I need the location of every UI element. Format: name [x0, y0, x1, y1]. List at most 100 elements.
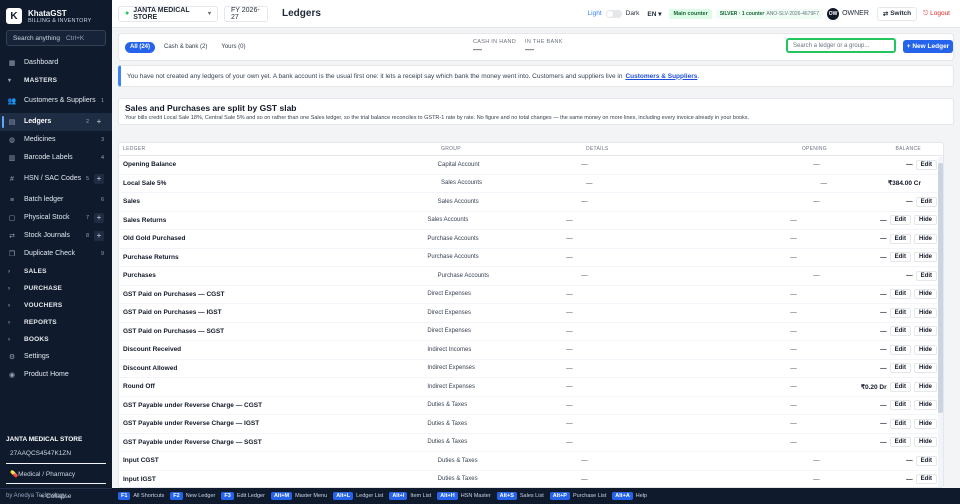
sidebar-group-reports[interactable]: › REPORTS	[0, 314, 112, 331]
user-menu[interactable]: OW OWNER	[827, 7, 869, 20]
shortcut-f3[interactable]: F3 Edit Ledger	[221, 492, 265, 500]
edit-button[interactable]: Edit	[915, 159, 937, 170]
hide-button[interactable]: Hide	[913, 344, 937, 355]
hide-button[interactable]: Hide	[913, 289, 937, 300]
sidebar-item-physical-stock[interactable]: ▢ Physical Stock 7 +	[0, 209, 112, 227]
shortcut-alt-m[interactable]: Alt+M Master Menu	[270, 492, 327, 500]
edit-button[interactable]: Edit	[889, 363, 911, 374]
hide-button[interactable]: Hide	[913, 437, 937, 448]
sidebar-group-books[interactable]: › BOOKS	[0, 331, 112, 348]
hide-button[interactable]: Hide	[913, 381, 937, 392]
global-search-input[interactable]: Search anything Ctrl+K	[6, 30, 106, 46]
table-row[interactable]: Purchase Returns Purchase Accounts — — — Edit…	[119, 249, 943, 267]
table-row[interactable]: Sales Returns Sales Accounts — — — Edit Hide	[119, 212, 943, 230]
edit-button[interactable]: Edit	[889, 437, 911, 448]
shortcut-f1[interactable]: F1 All Shortcuts	[118, 492, 164, 500]
hide-button[interactable]: Hide	[913, 363, 937, 374]
add-ledgers-button[interactable]: +	[94, 117, 104, 127]
sidebar-item-ledgers[interactable]: ▤ Ledgers 2 +	[0, 113, 112, 131]
edit-button[interactable]: Edit	[915, 270, 937, 281]
theme-dark-label[interactable]: Dark	[626, 10, 640, 17]
sidebar-item-duplicate-check[interactable]: ❐ Duplicate Check 9	[0, 245, 112, 263]
table-row[interactable]: Input CGST Duties & Taxes — — — Edit	[119, 452, 943, 471]
theme-light-label[interactable]: Light	[588, 10, 602, 17]
edit-button[interactable]: Edit	[915, 455, 937, 466]
shortcut-f2[interactable]: F2 New Ledger	[170, 492, 215, 500]
table-row[interactable]: GST Paid on Purchases — CGST Direct Expen…	[119, 286, 943, 304]
table-row[interactable]: GST Payable under Reverse Charge — SGST D…	[119, 434, 943, 452]
hide-button[interactable]: Hide	[913, 400, 937, 411]
sidebar-item-hsn-sac-codes[interactable]: # HSN / SAC Codes 5 +	[0, 167, 112, 191]
add-stock-journals-button[interactable]: +	[94, 231, 104, 241]
table-row[interactable]: Local Sale 5% Sales Accounts — — ₹384.00 Cr	[119, 175, 943, 193]
customers-suppliers-link[interactable]: Customers & Suppliers	[625, 73, 697, 80]
shortcut-alt-l[interactable]: Alt+L Ledger List	[333, 492, 383, 500]
edit-button[interactable]: Edit	[915, 474, 937, 485]
edit-button[interactable]: Edit	[889, 418, 911, 429]
edit-button[interactable]: Edit	[889, 381, 911, 392]
table-row[interactable]: Opening Balance Capital Account — — — Edit	[119, 156, 943, 175]
table-row[interactable]: GST Payable under Reverse Charge — CGST D…	[119, 397, 943, 415]
hide-button[interactable]: Hide	[913, 326, 937, 337]
store-selector[interactable]: ● JANTA MEDICAL STORE ▾	[118, 5, 218, 22]
scrollbar-thumb[interactable]	[938, 163, 943, 413]
collapse-sidebar-button[interactable]: « Collapse	[0, 488, 112, 504]
table-row[interactable]: Sales Sales Accounts — — — Edit	[119, 193, 943, 212]
table-scrollbar[interactable]	[938, 157, 943, 487]
fy-selector[interactable]: FY 2026-27	[224, 5, 268, 22]
brand[interactable]: K KhataGST BILLING & INVENTORY	[0, 0, 112, 26]
theme-toggle[interactable]	[605, 9, 622, 18]
table-row[interactable]: Discount Allowed Indirect Expenses — — — Edit…	[119, 360, 943, 378]
switch-button[interactable]: ⇄ Switch	[876, 6, 918, 21]
filter-tab-0[interactable]: All (24)	[125, 41, 156, 53]
hide-button[interactable]: Hide	[913, 215, 937, 226]
table-row[interactable]: Round Off Indirect Expenses — — ₹0.20 Dr Edit…	[119, 378, 943, 397]
hide-button[interactable]: Hide	[913, 252, 937, 263]
ledger-search-input[interactable]: Search a ledger or a group...	[786, 38, 896, 53]
sidebar-item-settings[interactable]: ⚙ Settings	[0, 348, 112, 366]
hide-button[interactable]: Hide	[913, 233, 937, 244]
sidebar-item-customers-suppliers[interactable]: 👥 Customers & Suppliers 1	[0, 89, 112, 113]
filter-tab-2[interactable]: Yours (0)	[216, 42, 250, 53]
language-selector[interactable]: EN ▾	[647, 10, 661, 18]
edit-button[interactable]: Edit	[889, 307, 911, 318]
sidebar-item-dashboard[interactable]: ▦ Dashboard	[0, 54, 112, 72]
edit-button[interactable]: Edit	[889, 233, 911, 244]
table-row[interactable]: Input IGST Duties & Taxes — — — Edit	[119, 471, 943, 488]
new-ledger-button[interactable]: + New Ledger	[903, 40, 953, 53]
sidebar-item-product-home[interactable]: ◉ Product Home	[0, 366, 112, 384]
shortcut-alt-h[interactable]: Alt+H HSN Master	[437, 492, 491, 500]
sidebar-group-sales[interactable]: › SALES	[0, 263, 112, 280]
sidebar-item-barcode-labels[interactable]: ▥ Barcode Labels 4	[0, 149, 112, 167]
edit-button[interactable]: Edit	[889, 215, 911, 226]
table-row[interactable]: GST Payable under Reverse Charge — IGST D…	[119, 415, 943, 434]
sidebar-group-purchase[interactable]: › PURCHASE	[0, 280, 112, 297]
table-row[interactable]: GST Paid on Purchases — IGST Direct Expen…	[119, 304, 943, 323]
edit-button[interactable]: Edit	[889, 344, 911, 355]
edit-button[interactable]: Edit	[889, 289, 911, 300]
sidebar-item-medicines[interactable]: ◍ Medicines 3	[0, 131, 112, 149]
filter-tab-1[interactable]: Cash & bank (2)	[159, 42, 212, 53]
table-row[interactable]: Discount Received Indirect Incomes — — — Edit…	[119, 341, 943, 360]
table-row[interactable]: Old Gold Purchased Purchase Accounts — — — Ed…	[119, 230, 943, 249]
sidebar-item-stock-journals[interactable]: ⇄ Stock Journals 8 +	[0, 227, 112, 245]
table-row[interactable]: Purchases Purchase Accounts — — — Edit	[119, 267, 943, 286]
column-header-opening: OPENING	[801, 146, 827, 152]
logout-button[interactable]: ⎋ Logout	[923, 10, 950, 18]
edit-button[interactable]: Edit	[889, 252, 911, 263]
shortcut-alt-s[interactable]: Alt+S Sales List	[496, 492, 544, 500]
edit-button[interactable]: Edit	[889, 400, 911, 411]
shortcut-alt-i[interactable]: Alt+I Item List	[389, 492, 431, 500]
sidebar-group-vouchers[interactable]: › VOUCHERS	[0, 297, 112, 314]
edit-button[interactable]: Edit	[889, 326, 911, 337]
sidebar-group-masters[interactable]: ▾ MASTERS	[0, 72, 112, 89]
add-hsn-sac-codes-button[interactable]: +	[94, 174, 104, 184]
sidebar-item-batch-ledger[interactable]: ≡ Batch ledger 6	[0, 191, 112, 209]
shortcut-alt-p[interactable]: Alt+P Purchase List	[549, 492, 606, 500]
hide-button[interactable]: Hide	[913, 307, 937, 318]
add-physical-stock-button[interactable]: +	[94, 213, 104, 223]
edit-button[interactable]: Edit	[915, 196, 937, 207]
table-row[interactable]: GST Paid on Purchases — SGST Direct Expen…	[119, 323, 943, 341]
shortcut-alt-a[interactable]: Alt+A Help	[612, 492, 647, 500]
hide-button[interactable]: Hide	[913, 418, 937, 429]
